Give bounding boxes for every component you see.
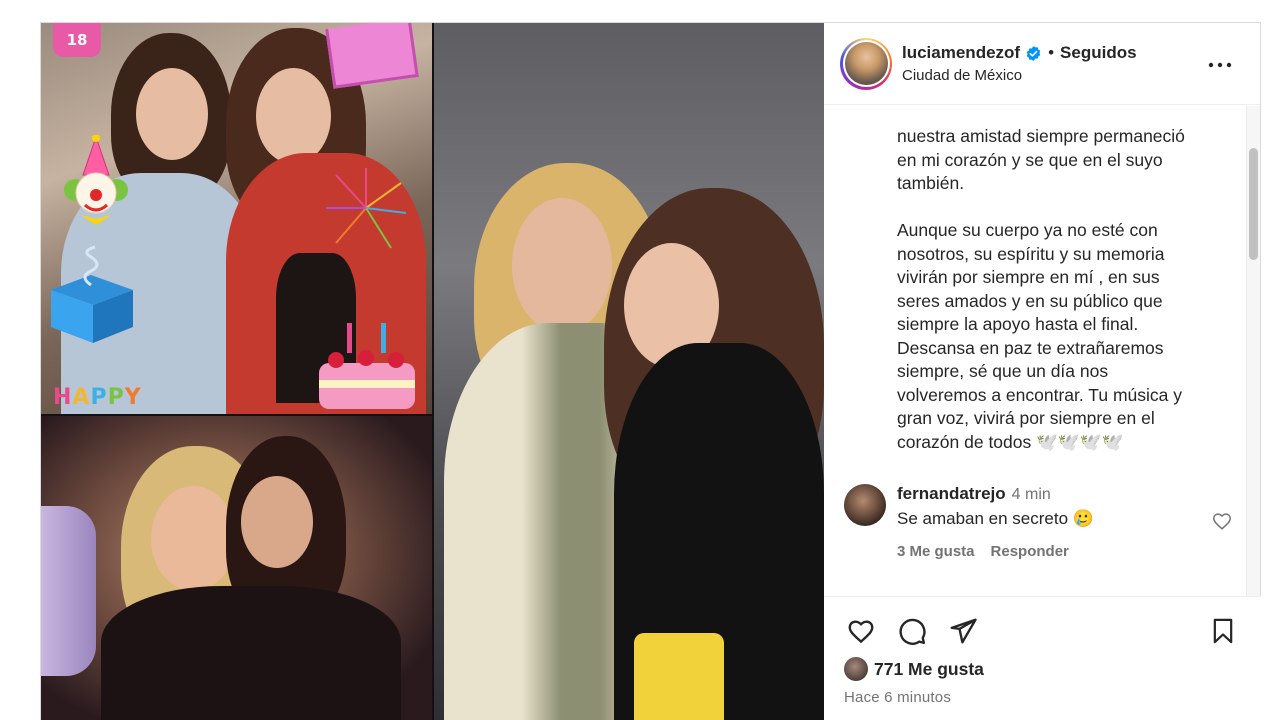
post-side-panel: luciamendezof • Seguidos Ciudad de Méxic… bbox=[824, 23, 1261, 720]
photo-vintage-duo: 18 HAPPY bbox=[41, 23, 432, 414]
post-author-username[interactable]: luciamendezof bbox=[902, 43, 1020, 63]
photo-party-hug bbox=[41, 416, 432, 720]
comment-likes-count[interactable]: 3 Me gusta bbox=[897, 543, 975, 560]
more-options-icon[interactable] bbox=[1208, 53, 1232, 77]
commenter-avatar[interactable] bbox=[844, 484, 886, 526]
comment-time[interactable]: 4 min bbox=[1012, 486, 1051, 504]
post-caption: nuestra amistad siempre permaneció en mi… bbox=[897, 125, 1227, 454]
photo-recent-duo bbox=[434, 23, 824, 720]
instagram-post: 18 HAPPY luciamendezof • Seguidos Ciudad… bbox=[40, 22, 1261, 720]
comments-section[interactable]: nuestra amistad siempre permaneció en mi… bbox=[824, 106, 1261, 596]
post-header: luciamendezof • Seguidos Ciudad de Méxic… bbox=[824, 23, 1260, 105]
caption-paragraph-1: nuestra amistad siempre permaneció en mi… bbox=[897, 126, 1185, 193]
likes-count[interactable]: 771 Me gusta bbox=[874, 659, 984, 680]
happy-sticker-text: HAPPY bbox=[53, 385, 142, 410]
liker-avatar bbox=[844, 657, 868, 681]
following-button[interactable]: Seguidos bbox=[1060, 43, 1137, 63]
comment-text: Se amaban en secreto 🥲 bbox=[897, 509, 1094, 528]
heart-icon[interactable] bbox=[844, 614, 878, 648]
likes-row[interactable]: 771 Me gusta bbox=[844, 657, 984, 681]
comment-heart-icon[interactable] bbox=[1211, 510, 1233, 532]
post-location[interactable]: Ciudad de México bbox=[902, 67, 1137, 84]
separator-dot: • bbox=[1048, 43, 1055, 62]
badge-text: 18 bbox=[66, 31, 88, 49]
blue-box-sticker bbox=[41, 245, 141, 345]
caption-paragraph-2: Aunque su cuerpo ya no esté con nosotros… bbox=[897, 220, 1182, 452]
clown-sticker bbox=[61, 135, 131, 230]
paper-plane-icon[interactable] bbox=[946, 614, 980, 648]
post-actions: 771 Me gusta Hace 6 minutos bbox=[824, 596, 1261, 720]
profile-avatar[interactable] bbox=[840, 37, 892, 90]
comments-scrollbar[interactable] bbox=[1249, 148, 1258, 260]
party-balloon-sticker: 18 bbox=[53, 23, 101, 57]
post-media[interactable]: 18 HAPPY bbox=[41, 23, 824, 720]
birthday-cake-sticker bbox=[311, 318, 423, 414]
balloon-star-sticker bbox=[41, 506, 96, 676]
avatar-image bbox=[844, 42, 888, 85]
commenter-username[interactable]: fernandatrejo bbox=[897, 484, 1006, 504]
post-timestamp[interactable]: Hace 6 minutos bbox=[844, 689, 951, 706]
fireworks-sticker bbox=[321, 163, 411, 253]
reply-button[interactable]: Responder bbox=[991, 543, 1069, 560]
bookmark-icon[interactable] bbox=[1206, 614, 1240, 648]
verified-badge-icon bbox=[1025, 45, 1042, 62]
comment-bubble-icon[interactable] bbox=[895, 614, 929, 648]
gift-box-sticker bbox=[325, 23, 419, 89]
comment-item: fernandatrejo 4 min Se amaban en secreto… bbox=[844, 484, 1231, 560]
